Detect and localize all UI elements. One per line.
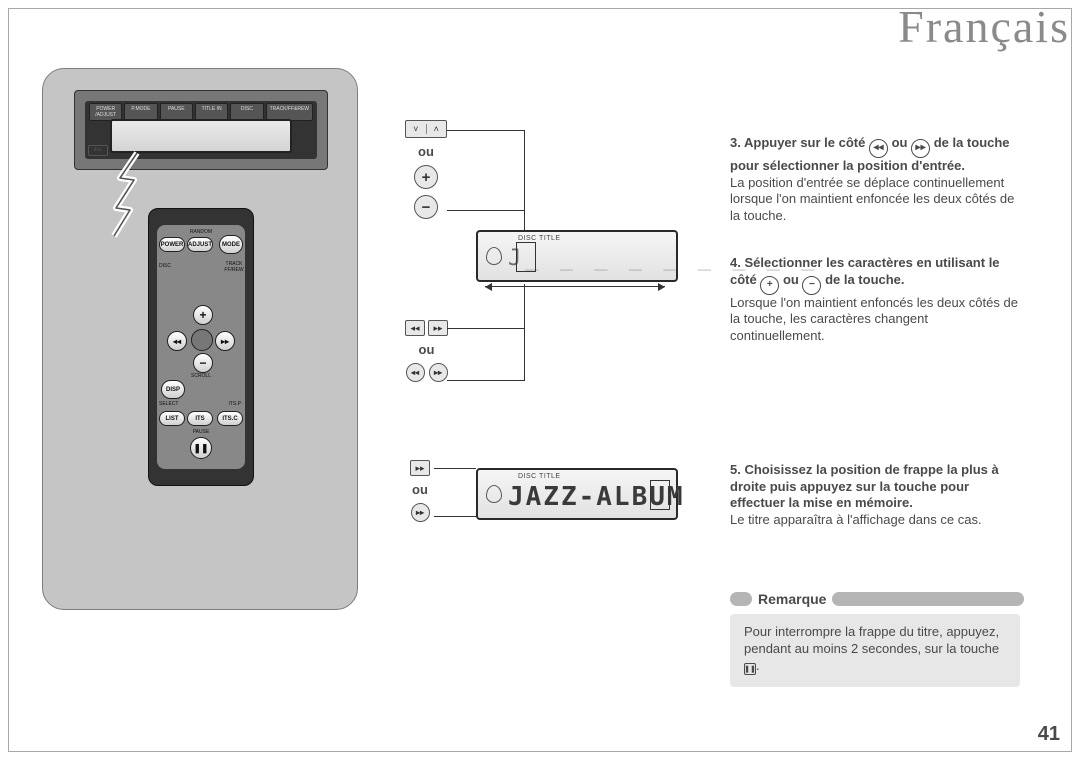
leader-1b (447, 210, 525, 211)
cd-logo-icon: disc (88, 145, 108, 156)
remote-power-button[interactable]: POWER (159, 237, 185, 252)
language-header: Français (898, 0, 1070, 53)
ff-button-circle-2[interactable]: ▸▸ (411, 503, 430, 522)
label-pause: PAUSE (157, 429, 245, 435)
note-text-b: . (756, 658, 760, 673)
rocker-down-up[interactable]: ˅ ˄ (405, 120, 447, 138)
button-set-3: ▸▸ ou ▸▸ (410, 460, 430, 522)
lcd-display-2: DISC TITLE JAZZ-ALBUM (476, 468, 678, 520)
page-number: 41 (1038, 723, 1060, 746)
label-select: SELECT (159, 401, 178, 407)
plus-button[interactable]: + (414, 165, 438, 189)
pause-square-icon: ❚❚ (744, 663, 756, 675)
ff-button-circle[interactable]: ▸▸ (429, 363, 448, 382)
button-set-1: ˅ ˄ ou + − (405, 120, 447, 219)
button-set-2: ◂◂ ▸▸ ou ◂◂ ▸▸ (405, 320, 448, 382)
step3-body: La position d'entrée se déplace conti­nu… (730, 175, 1014, 223)
remote-its-button[interactable]: ITS (187, 411, 213, 426)
remarque-header: Remarque (730, 590, 1024, 608)
leader-2b (447, 380, 525, 381)
rew-button-small[interactable]: ◂◂ (405, 320, 425, 336)
remote-list-button[interactable]: LIST (159, 411, 185, 426)
note-text-a: Pour interrompre la frappe du titre, app… (744, 624, 999, 656)
plus-icon: + (760, 276, 779, 295)
step-4: 4. Sélectionner les caractères en uti­li… (730, 255, 1020, 344)
leader-2v (524, 284, 525, 381)
rew-button-circle[interactable]: ◂◂ (406, 363, 425, 382)
remote-adjust-button[interactable]: ADJUST (187, 237, 213, 252)
remote-itsc-button[interactable]: ITS.C (217, 411, 243, 426)
lcd-display-1: DISC TITLE J_ _ _ _ _ _ _ _ _ (476, 230, 678, 282)
hu-screen (110, 119, 292, 153)
note-box: Pour interrompre la frappe du titre, app… (730, 614, 1020, 687)
label-itsp: ITS.P (228, 401, 241, 407)
rew-icon: ◂◂ (869, 139, 888, 158)
step-5: 5. Choisissez la position de frappe la p… (730, 462, 1020, 529)
leader-1v (524, 130, 525, 230)
dpad-right-ff[interactable]: ▸▸ (215, 331, 235, 351)
minus-icon: − (802, 276, 821, 295)
leader-3b (434, 516, 476, 517)
label-scroll: SCROLL (157, 373, 245, 379)
label-disc: DISC (155, 263, 175, 269)
cursor-box (516, 242, 536, 272)
remote-pause-button[interactable]: ❚❚ (190, 437, 212, 459)
leader-3a (434, 468, 476, 469)
step-3: 3. Appuyer sur le côté ◂◂ ou ▸▸ de la to… (730, 135, 1020, 224)
disc-icon-2 (486, 485, 502, 503)
lcd2-disc-title-label: DISC TITLE (518, 473, 561, 480)
step4-body: Lorsque l'on maintient enfoncés les deux… (730, 295, 1018, 343)
range-arrow (485, 286, 665, 287)
ou-label-1: ou (418, 144, 434, 159)
lcd1-disc-title-label: DISC TITLE (518, 235, 561, 242)
remarque-label: Remarque (758, 591, 826, 607)
remote-mode-button[interactable]: MODE (219, 235, 243, 254)
disc-icon (486, 247, 502, 265)
leader-1 (447, 130, 525, 131)
ou-label-3: ou (412, 482, 428, 497)
cursor-box-2 (650, 480, 670, 510)
ff-icon: ▸▸ (911, 139, 930, 158)
dpad-center[interactable] (191, 329, 213, 351)
remote-disp-button[interactable]: DISP (161, 380, 185, 399)
remote-control: RANDOM POWER ADJUST MODE DISC TRACK FF/R… (148, 208, 254, 486)
ou-label-2: ou (419, 342, 435, 357)
dpad-down-minus[interactable]: − (193, 353, 213, 373)
step5-body: Le titre apparaîtra à l'affichage dans c… (730, 512, 982, 527)
leader-2a (447, 328, 525, 329)
dpad-left-rew[interactable]: ◂◂ (167, 331, 187, 351)
dpad: + − ◂◂ ▸▸ (171, 309, 231, 369)
ff-button-small-2[interactable]: ▸▸ (410, 460, 430, 476)
label-track: TRACK FF/REW (221, 261, 247, 273)
ff-button-small[interactable]: ▸▸ (428, 320, 448, 336)
dpad-up-plus[interactable]: + (193, 305, 213, 325)
signal-icon (110, 150, 140, 240)
minus-button[interactable]: − (414, 195, 438, 219)
